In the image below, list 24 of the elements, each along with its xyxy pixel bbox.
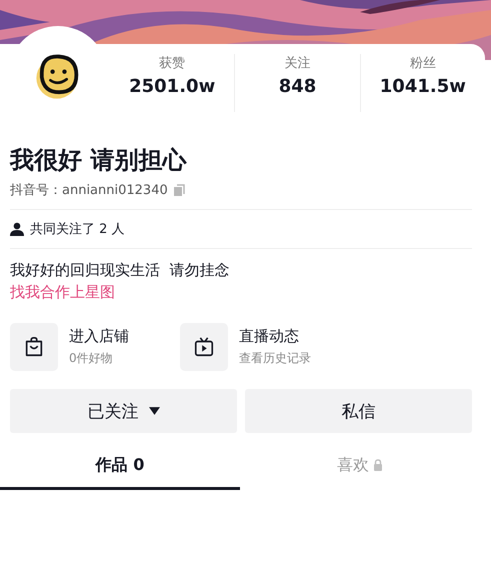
shortcut-subtitle: 查看历史记录 bbox=[239, 350, 311, 367]
collab-link[interactable]: 找我合作上星图 bbox=[10, 281, 472, 303]
shortcut-icon-tile[interactable] bbox=[180, 323, 228, 371]
bio-text: 我好好的回归现实生活 请勿挂念 bbox=[10, 260, 231, 281]
tv-icon bbox=[193, 336, 215, 358]
shortcut-icon-tile[interactable] bbox=[10, 323, 58, 371]
mutual-follow-text[interactable]: 共同关注了 2 人 bbox=[30, 220, 125, 238]
stat-label: 关注 bbox=[284, 55, 310, 72]
stat-label: 粉丝 bbox=[410, 55, 436, 72]
followed-button[interactable]: 已关注 bbox=[10, 389, 237, 433]
stat-label: 获赞 bbox=[159, 55, 186, 72]
account-id: 抖音号：annianni012340 bbox=[10, 182, 168, 199]
shortcut-title[interactable]: 直播动态 bbox=[239, 327, 311, 346]
person-icon bbox=[10, 222, 24, 236]
shortcut-title[interactable]: 进入店铺 bbox=[69, 327, 129, 346]
message-button[interactable]: 私信 bbox=[245, 389, 472, 433]
shopping-bag-icon bbox=[23, 336, 45, 358]
stat-value[interactable]: 848 bbox=[278, 76, 316, 97]
shortcut-subtitle: 0件好物 bbox=[69, 350, 114, 367]
tab[interactable]: 作品 0 bbox=[0, 443, 240, 490]
stat-value[interactable]: 1041.5w bbox=[380, 76, 466, 97]
stat-value[interactable]: 2501.0w bbox=[129, 76, 216, 97]
caret-icon bbox=[148, 407, 160, 415]
profile-name: 我很好 请别担心 bbox=[10, 145, 188, 176]
